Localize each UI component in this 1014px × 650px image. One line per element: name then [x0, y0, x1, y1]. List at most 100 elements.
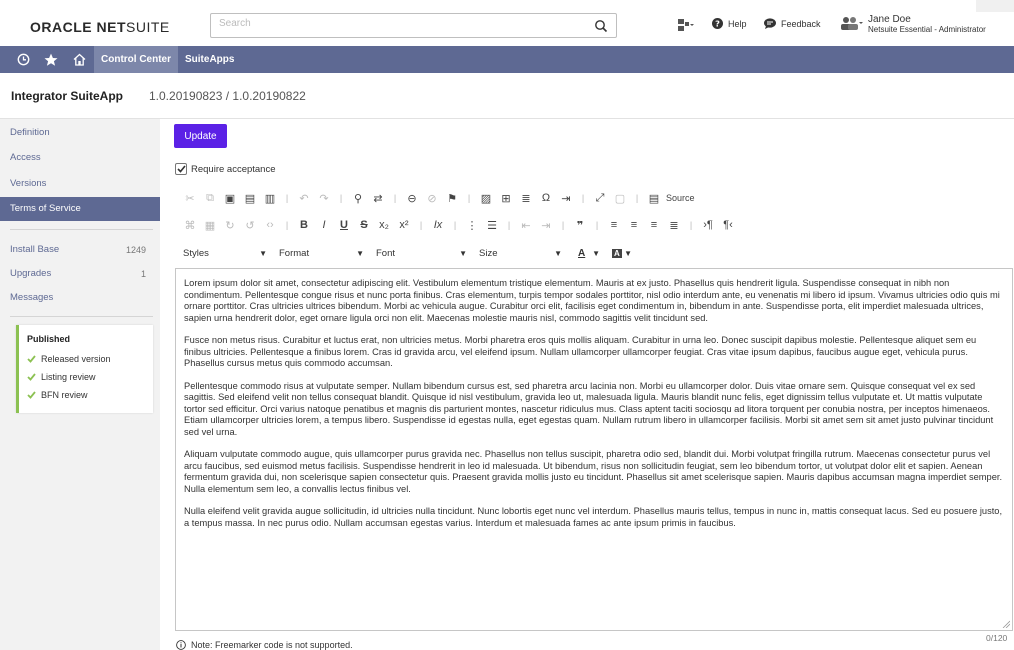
- show-blocks-icon[interactable]: ▢: [610, 192, 630, 205]
- terms-editor[interactable]: Lorem ipsum dolor sit amet, consectetur …: [175, 268, 1013, 631]
- bold-icon[interactable]: B: [294, 219, 314, 231]
- feedback-link[interactable]: Feedback: [764, 18, 821, 29]
- image-icon[interactable]: ▨: [476, 192, 496, 205]
- ltr-icon[interactable]: ›¶: [698, 219, 718, 231]
- require-acceptance-row[interactable]: Require acceptance: [175, 163, 276, 175]
- table-icon[interactable]: ⊞: [496, 192, 516, 205]
- size-dropdown[interactable]: Size ▼: [473, 244, 568, 262]
- toolbar-separator: |: [419, 220, 423, 230]
- anchor-flag-icon[interactable]: ⚑: [442, 192, 462, 205]
- align-right-icon[interactable]: ≡: [644, 219, 664, 231]
- background-color-button[interactable]: A ▼: [606, 244, 638, 262]
- link-icon[interactable]: ⊖: [402, 192, 422, 205]
- toolbar-separator: |: [561, 220, 565, 230]
- spellcheck-icon[interactable]: ⌘: [180, 219, 200, 232]
- require-acceptance-checkbox[interactable]: [175, 163, 187, 175]
- editor-paragraph: Fusce non metus risus. Curabitur et luct…: [184, 335, 977, 368]
- sidebar-item-terms-of-service[interactable]: Terms of Service: [0, 197, 160, 221]
- info-icon: [176, 640, 186, 650]
- align-justify-icon[interactable]: ≣: [664, 219, 684, 232]
- blockquote-icon[interactable]: ❞: [570, 219, 590, 232]
- search-icon[interactable]: [594, 19, 608, 33]
- horizontal-rule-icon[interactable]: ≣: [516, 192, 536, 205]
- superscript-icon[interactable]: x²: [394, 219, 414, 231]
- redo-icon[interactable]: ↷: [314, 192, 334, 205]
- toolbar-separator: |: [595, 220, 599, 230]
- user-menu[interactable]: Jane Doe Netsuite Essential - Administra…: [840, 14, 986, 34]
- svg-text:?: ?: [715, 18, 720, 28]
- chevron-down-icon: ▼: [592, 248, 600, 258]
- records-icon: [678, 19, 694, 31]
- sidebar-item-install-base[interactable]: Install Base 1249: [0, 238, 160, 262]
- rtl-icon[interactable]: ¶‹: [718, 219, 738, 231]
- code-icon[interactable]: ‹›: [260, 219, 280, 231]
- indent-icon[interactable]: ⇥: [536, 219, 556, 232]
- user-name: Jane Doe: [868, 14, 911, 25]
- chevron-down-icon: ▼: [259, 248, 267, 258]
- favorites-star-icon[interactable]: [40, 46, 62, 73]
- toolbar-separator: |: [581, 193, 585, 203]
- checkmark-icon: [176, 165, 186, 173]
- page-break-icon[interactable]: ⇥: [556, 192, 576, 205]
- select-all-icon[interactable]: ▦: [200, 219, 220, 232]
- sidebar: Definition Access Versions Terms of Serv…: [0, 119, 160, 650]
- bulleted-list-icon[interactable]: ☰: [482, 219, 502, 232]
- source-button[interactable]: Source: [666, 193, 695, 203]
- numbered-list-icon[interactable]: ⋮: [462, 219, 482, 232]
- paste-icon[interactable]: ▣: [220, 192, 240, 205]
- align-center-icon[interactable]: ≡: [624, 219, 644, 231]
- toolbar-separator: |: [635, 193, 639, 203]
- oracle-netsuite-logo[interactable]: ORACLE NETSUITE: [30, 19, 170, 35]
- cut-icon[interactable]: ✂: [180, 192, 200, 205]
- feedback-icon: [764, 18, 776, 29]
- text-color-button[interactable]: A ▼: [568, 244, 606, 262]
- maximize-icon[interactable]: ⤢: [590, 192, 610, 205]
- toolbar-separator: |: [339, 193, 343, 203]
- subscript-icon[interactable]: x₂: [374, 219, 394, 231]
- link-edit-icon[interactable]: ↻: [220, 219, 240, 232]
- sidebar-item-upgrades[interactable]: Upgrades 1: [0, 262, 160, 286]
- update-button[interactable]: Update: [174, 124, 227, 148]
- recent-records-menu[interactable]: [676, 18, 699, 32]
- align-left-icon[interactable]: ≡: [604, 219, 624, 231]
- check-icon: [27, 355, 36, 363]
- freemarker-note: Note: Freemarker code is not supported.: [176, 640, 353, 650]
- main-nav: Control Center SuiteApps: [0, 46, 1014, 73]
- global-search[interactable]: [210, 13, 617, 38]
- paste-text-icon[interactable]: ▤: [240, 192, 260, 205]
- resize-handle-icon[interactable]: [1002, 620, 1010, 628]
- sidebar-item-access[interactable]: Access: [0, 146, 160, 170]
- install-base-count: 1249: [125, 245, 146, 255]
- source-icon[interactable]: ▤: [644, 192, 664, 205]
- undo-icon[interactable]: ↶: [294, 192, 314, 205]
- feedback-label: Feedback: [781, 18, 821, 29]
- recent-icon[interactable]: [12, 46, 34, 73]
- underline-icon[interactable]: U: [334, 219, 354, 231]
- search-input[interactable]: [219, 18, 589, 29]
- sidebar-item-definition[interactable]: Definition: [0, 121, 160, 145]
- styles-dropdown[interactable]: Styles ▼: [177, 244, 273, 262]
- page-title: Integrator SuiteApp: [11, 89, 124, 103]
- sidebar-item-messages[interactable]: Messages: [0, 286, 160, 310]
- remove-format-icon[interactable]: ↺: [240, 219, 260, 232]
- nav-control-center[interactable]: Control Center: [94, 46, 178, 73]
- help-link[interactable]: ? Help: [712, 18, 747, 29]
- replace-icon[interactable]: ⇄: [368, 192, 388, 205]
- copy-icon[interactable]: ⧉: [200, 192, 220, 205]
- font-dropdown[interactable]: Font ▼: [370, 244, 473, 262]
- unlink-icon[interactable]: ⊘: [422, 192, 442, 205]
- format-dropdown[interactable]: Format ▼: [273, 244, 370, 262]
- sidebar-item-versions[interactable]: Versions: [0, 172, 160, 196]
- strikethrough-icon[interactable]: S: [354, 219, 374, 231]
- published-status-panel: Published Released version Listing revie…: [16, 325, 153, 413]
- clear-format-icon[interactable]: Ix: [428, 219, 448, 231]
- home-icon[interactable]: [68, 46, 90, 73]
- toolbar-separator: |: [285, 193, 289, 203]
- special-char-icon[interactable]: Ω: [536, 192, 556, 204]
- outdent-icon[interactable]: ⇤: [516, 219, 536, 232]
- paste-word-icon[interactable]: ▥: [260, 192, 280, 205]
- sidebar-divider: [10, 229, 153, 230]
- nav-suiteapps[interactable]: SuiteApps: [178, 46, 241, 73]
- find-icon[interactable]: ⚲: [348, 192, 368, 205]
- italic-icon[interactable]: I: [314, 219, 334, 231]
